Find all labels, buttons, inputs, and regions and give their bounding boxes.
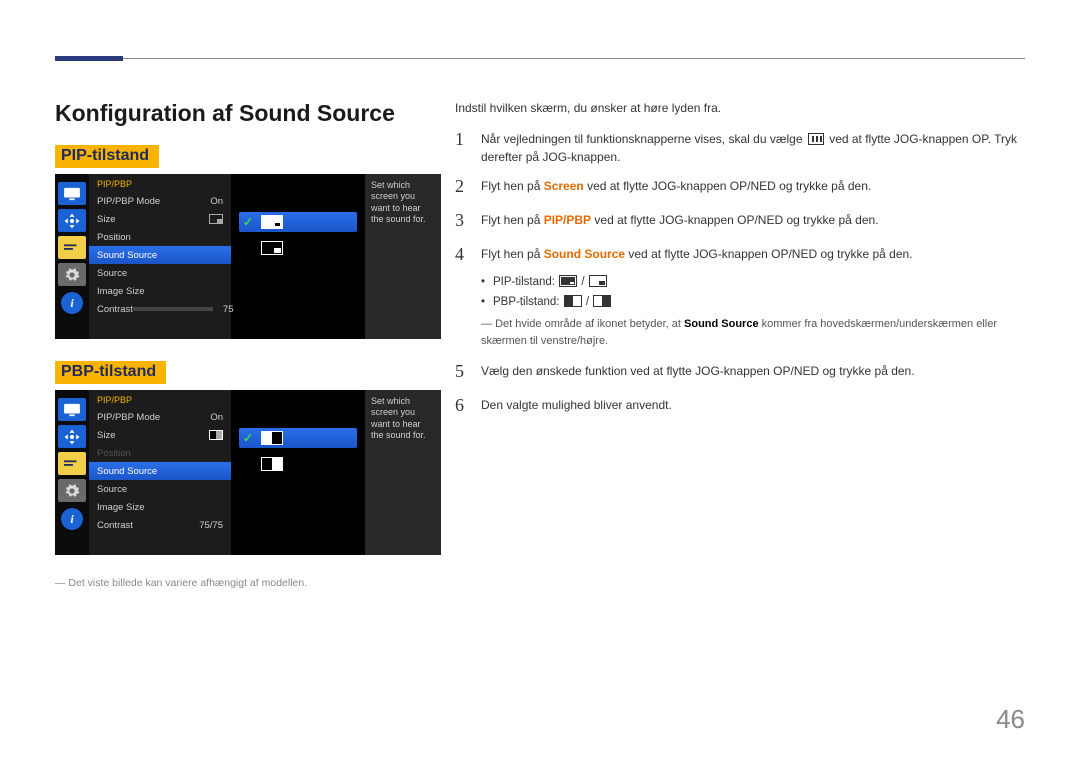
- menu-item-size: Size: [89, 426, 231, 444]
- osd-preview: ✓: [231, 390, 365, 555]
- sound-option-right: [239, 454, 357, 474]
- page-number: 46: [996, 704, 1025, 735]
- size-icon: [209, 214, 223, 224]
- step-body: Når vejledningen til funktionsknapperne …: [481, 126, 1025, 167]
- step-number: 6: [455, 392, 471, 420]
- pip-mode-heading: PIP-tilstand: [55, 145, 159, 168]
- header-rule: [55, 58, 1025, 59]
- step-6: 6 Den valgte mulighed bliver anvendt.: [455, 392, 1025, 420]
- menu-item-mode: PIP/PBP ModeOn: [89, 408, 231, 426]
- step-number: 2: [455, 173, 471, 201]
- osd-screenshot-pbp: i PIP/PBP PIP/PBP ModeOn Size Position S…: [55, 390, 441, 555]
- contrast-slider: [133, 307, 213, 311]
- osd-screenshot-pip: i PIP/PBP PIP/PBP ModeOn Size Position S…: [55, 174, 441, 339]
- pip-main-inline-icon: [559, 275, 577, 287]
- osd-sidebar: i: [55, 390, 89, 555]
- osd-help-text: Set which screen you want to hear the so…: [365, 174, 441, 339]
- header-accent: [55, 56, 123, 61]
- osd-preview: ✓: [231, 174, 365, 339]
- text-icon: [58, 452, 86, 475]
- osd-sidebar: i: [55, 174, 89, 339]
- left-column: PIP-tilstand i PIP/PBP PIP/PBP ModeOn Si…: [55, 145, 445, 589]
- mode-icon-bullets: PIP-tilstand: / PBP-tilstand: /: [481, 274, 1025, 312]
- size-split-icon: [209, 430, 223, 440]
- osd-menu: PIP/PBP PIP/PBP ModeOn Size Position Sou…: [89, 390, 231, 555]
- step-4: 4 Flyt hen på Sound Source ved at flytte…: [455, 241, 1025, 269]
- step-body: Flyt hen på PIP/PBP ved at flytte JOG-kn…: [481, 207, 1025, 230]
- sound-source-label: Sound Source: [544, 247, 625, 261]
- menu-item-position: Position: [89, 228, 231, 246]
- menu-bars-icon: [808, 133, 824, 145]
- step-body: Den valgte mulighed bliver anvendt.: [481, 392, 1025, 415]
- bullet-pbp: PBP-tilstand: /: [481, 294, 1025, 312]
- right-column: Indstil hvilken skærm, du ønsker at høre…: [455, 99, 1025, 426]
- pip-sub-icon: [261, 241, 283, 255]
- pippbp-label: PIP/PBP: [544, 213, 591, 227]
- menu-item-size: Size: [89, 210, 231, 228]
- nav-icon: [58, 425, 86, 448]
- step-number: 4: [455, 241, 471, 269]
- pbp-left-inline-icon: [564, 295, 582, 307]
- osd-help-text: Set which screen you want to hear the so…: [365, 390, 441, 555]
- gear-icon: [58, 479, 86, 502]
- intro-text: Indstil hvilken skærm, du ønsker at høre…: [455, 99, 1025, 118]
- pip-main-icon: [261, 215, 283, 229]
- menu-item-source: Source: [89, 264, 231, 282]
- menu-item-mode: PIP/PBP ModeOn: [89, 192, 231, 210]
- menu-item-sound-source: Sound Source: [89, 462, 231, 480]
- step-3: 3 Flyt hen på PIP/PBP ved at flytte JOG-…: [455, 207, 1025, 235]
- pbp-left-icon: [261, 431, 283, 445]
- menu-item-position: Position: [89, 444, 231, 462]
- menu-item-image-size: Image Size: [89, 498, 231, 516]
- pbp-right-inline-icon: [593, 295, 611, 307]
- sound-option-main: ✓: [239, 212, 357, 232]
- step-number: 5: [455, 358, 471, 386]
- pbp-mode-heading: PBP-tilstand: [55, 361, 166, 384]
- info-icon: i: [61, 508, 83, 530]
- page-title: Konfiguration af Sound Source: [55, 100, 395, 127]
- model-vary-note: Det viste billede kan variere afhængigt …: [55, 577, 445, 589]
- text-icon: [58, 236, 86, 259]
- osd-menu-title: PIP/PBP: [89, 177, 231, 192]
- menu-item-sound-source: Sound Source: [89, 246, 231, 264]
- screen-label: Screen: [544, 179, 584, 193]
- step-5: 5 Vælg den ønskede funktion ved at flytt…: [455, 358, 1025, 386]
- menu-item-contrast: Contrast75: [89, 300, 231, 318]
- nav-icon: [58, 209, 86, 232]
- osd-menu: PIP/PBP PIP/PBP ModeOn Size Position Sou…: [89, 174, 231, 339]
- step-body: Vælg den ønskede funktion ved at flytte …: [481, 358, 1025, 381]
- step-2: 2 Flyt hen på Screen ved at flytte JOG-k…: [455, 173, 1025, 201]
- sound-option-left: ✓: [239, 428, 357, 448]
- step-body: Flyt hen på Sound Source ved at flytte J…: [481, 241, 1025, 264]
- white-area-note: Det hvide område af ikonet betyder, at S…: [481, 316, 1025, 350]
- osd-menu-title: PIP/PBP: [89, 393, 231, 408]
- sound-option-sub: [239, 238, 357, 258]
- info-icon: i: [61, 292, 83, 314]
- step-1: 1 Når vejledningen til funktionsknappern…: [455, 126, 1025, 167]
- step-body: Flyt hen på Screen ved at flytte JOG-kna…: [481, 173, 1025, 196]
- step-number: 3: [455, 207, 471, 235]
- menu-item-image-size: Image Size: [89, 282, 231, 300]
- gear-icon: [58, 263, 86, 286]
- menu-item-contrast: Contrast75/75: [89, 516, 231, 534]
- monitor-icon: [58, 182, 86, 205]
- monitor-icon: [58, 398, 86, 421]
- step-number: 1: [455, 126, 471, 154]
- pbp-right-icon: [261, 457, 283, 471]
- menu-item-source: Source: [89, 480, 231, 498]
- pip-sub-inline-icon: [589, 275, 607, 287]
- bullet-pip: PIP-tilstand: /: [481, 274, 1025, 292]
